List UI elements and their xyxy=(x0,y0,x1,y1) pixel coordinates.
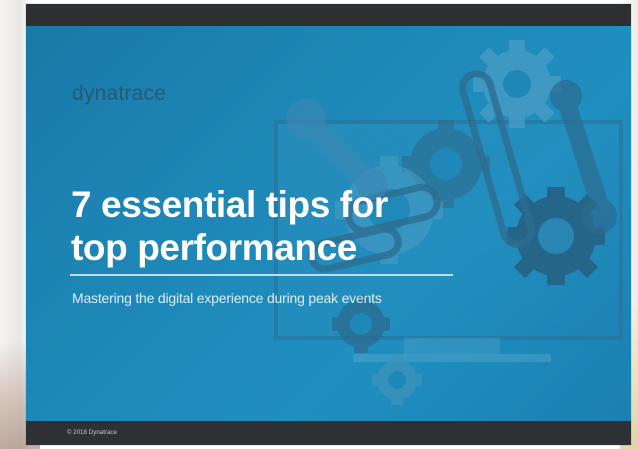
top-dark-bar xyxy=(26,4,631,26)
page-subtitle: Mastering the digital experience during … xyxy=(72,290,382,306)
gear-icon xyxy=(473,40,561,128)
copyright-text: © 2018 Dynatrace xyxy=(67,430,118,436)
screenshot-frame: dynatrace 7 essential tips for top perfo… xyxy=(0,0,638,449)
title-divider xyxy=(70,274,453,276)
brand-logo: dynatrace xyxy=(72,82,167,105)
page-title: 7 essential tips for top performance xyxy=(71,183,431,269)
bottom-dark-bar: © 2018 Dynatrace xyxy=(26,421,631,445)
gear-icon xyxy=(372,355,422,405)
title-line-2: top performance xyxy=(71,227,357,268)
ebook-cover-slide: dynatrace 7 essential tips for top perfo… xyxy=(26,4,631,445)
title-line-1: 7 essential tips for xyxy=(71,184,388,225)
